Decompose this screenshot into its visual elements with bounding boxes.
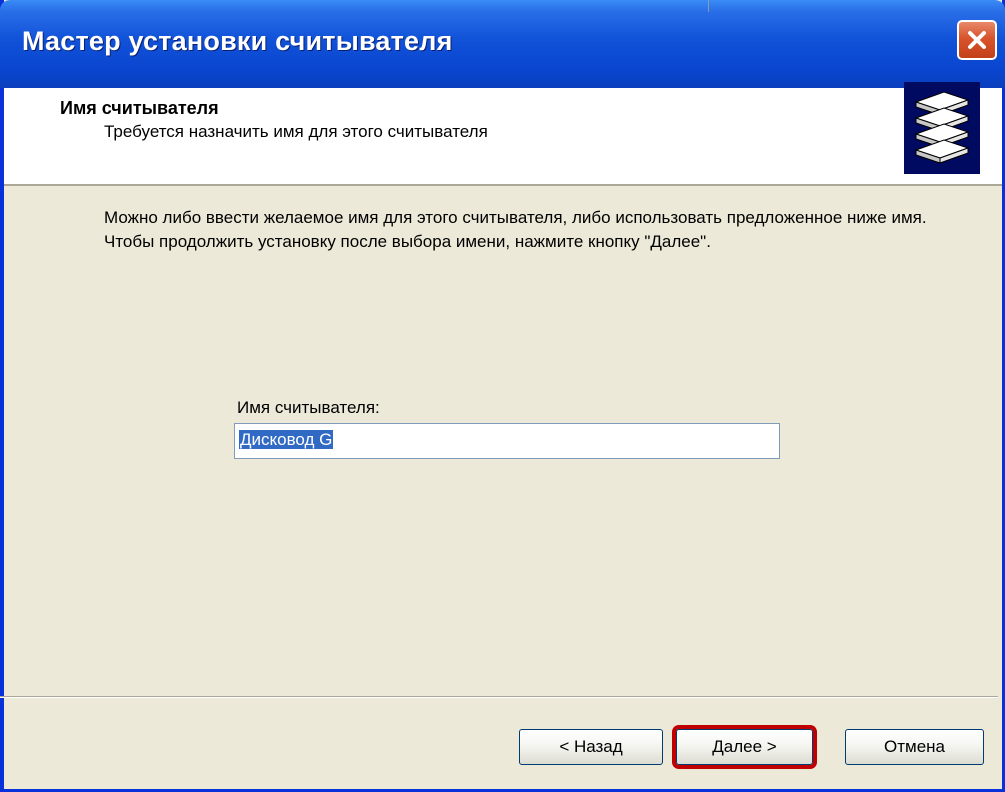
card-reader-icon [904,82,980,174]
window-title: Мастер установки считывателя [22,26,453,56]
cancel-button[interactable]: Отмена [845,729,984,765]
close-button[interactable] [957,20,997,60]
edge-mark [708,0,709,12]
reader-name-label: Имя считывателя: [237,398,380,417]
next-button[interactable]: Далее > [676,729,813,765]
page-title: Имя считывателя [60,98,219,118]
instructions-text: Можно либо ввести желаемое имя для этого… [104,208,927,251]
reader-name-value: Дисковод G [239,430,334,449]
button-separator [0,696,998,698]
page-subtitle: Требуется назначить имя для этого считыв… [104,122,488,141]
back-button[interactable]: < Назад [519,729,663,765]
title-bar[interactable]: Мастер установки считывателя [0,0,1005,88]
reader-name-input[interactable]: Дисковод G [234,423,780,459]
close-icon [968,31,986,49]
